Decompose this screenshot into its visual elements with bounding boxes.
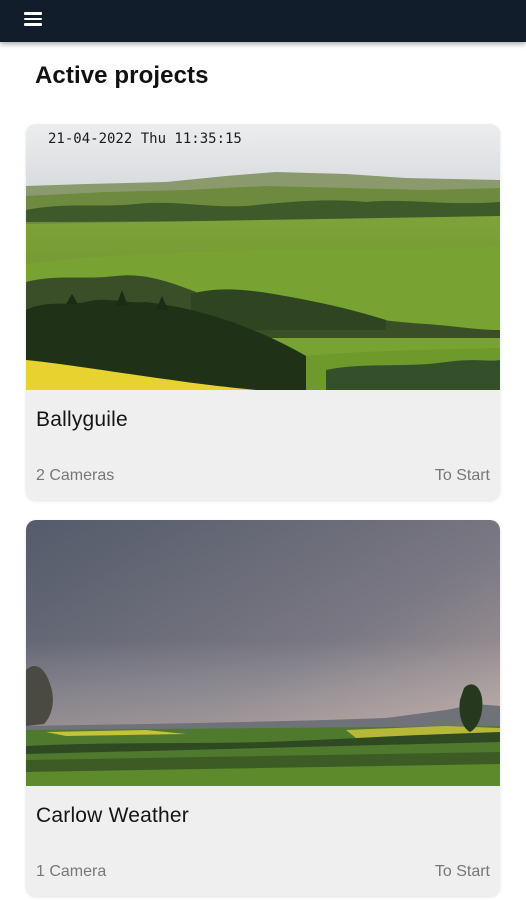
hamburger-menu-icon (24, 12, 42, 26)
project-card-ballyguile[interactable]: 21-04-2022 Thu 11:35:15 Ballyguile 2 Cam… (26, 124, 500, 500)
camera-snapshot-image: 21-04-2022 Thu 11:35:15 (26, 124, 500, 390)
to-start-link[interactable]: To Start (435, 863, 490, 881)
camera-snapshot-image (26, 520, 500, 786)
camera-count: 2 Cameras (36, 467, 115, 484)
to-start-link[interactable]: To Start (435, 467, 490, 485)
app-bar (0, 0, 526, 42)
project-card-carlow-weather[interactable]: Carlow Weather 1 Camera To Start (26, 520, 500, 896)
project-name: Carlow Weather (36, 804, 189, 827)
camera-timestamp: 21-04-2022 Thu 11:35:15 (48, 131, 242, 147)
menu-button[interactable] (24, 6, 56, 32)
camera-count: 1 Camera (36, 863, 107, 880)
page-title: Active projects (35, 62, 209, 89)
project-name: Ballyguile (36, 408, 128, 431)
